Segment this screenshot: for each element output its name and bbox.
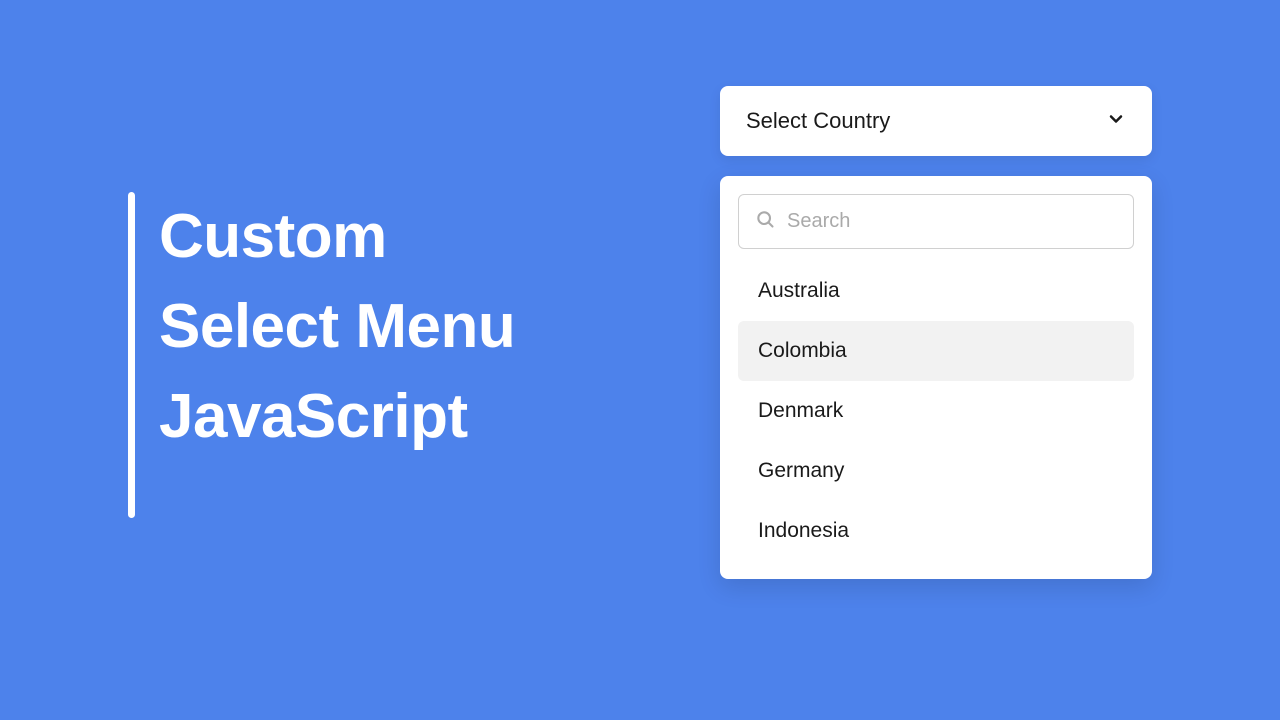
select-trigger[interactable]: Select Country: [720, 86, 1152, 156]
search-input[interactable]: [787, 210, 1117, 233]
dropdown-panel: Australia Colombia Denmark Germany Indon…: [720, 176, 1152, 579]
chevron-down-icon: [1106, 109, 1126, 134]
title-accent-bar: [128, 192, 135, 518]
option-item[interactable]: Germany: [738, 441, 1134, 501]
page-title-section: Custom Select Menu JavaScript: [128, 192, 515, 518]
page-title: Custom Select Menu JavaScript: [159, 192, 515, 518]
title-line-2: Select Menu: [159, 282, 515, 372]
option-item[interactable]: Colombia: [738, 321, 1134, 381]
option-item[interactable]: Denmark: [738, 381, 1134, 441]
options-list: Australia Colombia Denmark Germany Indon…: [738, 261, 1134, 561]
select-placeholder: Select Country: [746, 108, 890, 134]
search-box[interactable]: [738, 194, 1134, 249]
option-item[interactable]: Indonesia: [738, 501, 1134, 561]
search-icon: [755, 209, 787, 234]
title-line-1: Custom: [159, 192, 515, 282]
option-item[interactable]: Australia: [738, 261, 1134, 321]
title-line-3: JavaScript: [159, 372, 515, 462]
custom-select: Select Country Australia Colombia Denmar…: [720, 86, 1152, 579]
